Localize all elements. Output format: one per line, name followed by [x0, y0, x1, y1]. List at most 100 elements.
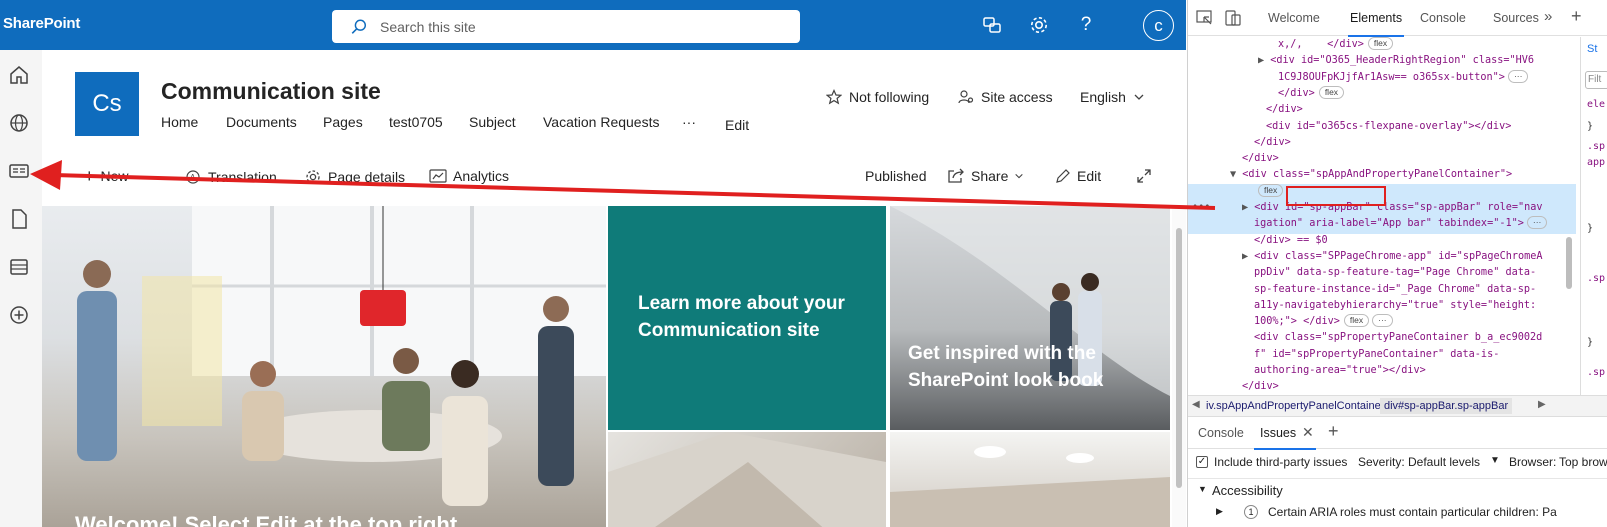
dom-tree[interactable]: x,/, </div> flex ▶ <div id="O365_HeaderRig… [1188, 37, 1576, 395]
crumb-scroll-right-icon[interactable]: ▶ [1538, 399, 1546, 410]
inspect-icon[interactable] [1196, 10, 1214, 26]
hero-tile-4[interactable] [608, 432, 886, 527]
dom-line[interactable]: </div> [1242, 379, 1279, 395]
dom-line[interactable]: ▼ <div class="spAppAndPropertyPanelConta… [1230, 167, 1512, 183]
dom-line[interactable]: ▶ <div id="O365_HeaderRightRegion" class… [1258, 53, 1534, 69]
translation-button[interactable]: A Translation [184, 168, 277, 186]
list-icon[interactable] [8, 256, 30, 278]
dom-scrollbar-thumb[interactable] [1566, 237, 1572, 289]
page-details-button[interactable]: Page details [304, 168, 405, 186]
tab-sources[interactable]: Sources [1493, 11, 1539, 25]
device-toolbar-icon[interactable] [1224, 10, 1242, 26]
file-icon[interactable] [8, 208, 30, 230]
share-button[interactable]: Share [947, 168, 1024, 184]
news-icon[interactable] [8, 160, 30, 182]
dom-line[interactable]: </div> == $0 [1254, 233, 1328, 249]
drawer-tab-issues[interactable]: Issues [1253, 426, 1317, 450]
follow-button[interactable]: Not following [826, 89, 929, 105]
issue-row[interactable]: ▶ 1 Certain ARIA roles must contain part… [1188, 502, 1607, 527]
edit-button[interactable]: Edit [1055, 168, 1101, 184]
browser-dropdown[interactable]: Top brow [1559, 455, 1607, 469]
new-tab-icon[interactable]: + [1571, 6, 1582, 27]
flex-badge[interactable]: flex [1343, 314, 1370, 328]
dom-line[interactable]: <div class="spPropertyPaneContainer b_a_… [1254, 330, 1542, 346]
styles-filter[interactable]: Filt [1585, 71, 1607, 89]
issue-caret-icon[interactable]: ▶ [1216, 506, 1223, 517]
site-title[interactable]: Communication site [161, 78, 381, 105]
dom-line[interactable]: igation" aria-label="App bar" tabindex="… [1254, 216, 1548, 232]
accessibility-group[interactable]: ▼ Accessibility [1188, 478, 1607, 502]
expand-arrow-icon[interactable]: ▶ [1242, 202, 1254, 213]
nav-edit[interactable]: Edit [725, 117, 749, 133]
more-tabs-icon[interactable]: » [1544, 8, 1552, 25]
collapsed-content-badge[interactable]: ··· [1507, 69, 1529, 83]
dom-line[interactable]: </div> [1242, 151, 1279, 167]
dom-line[interactable]: ppDiv" data-sp-feature-tag="Page Chrome"… [1254, 265, 1536, 281]
crumb-scroll-left-icon[interactable]: ◀ [1192, 399, 1200, 410]
expand-arrow-icon[interactable]: ▶ [1242, 251, 1254, 262]
add-tab-icon[interactable]: + [1328, 421, 1339, 442]
dom-line[interactable]: ▶ <div class="SPPageChrome-app" id="spPa… [1242, 249, 1543, 265]
flex-badge[interactable]: flex [1318, 85, 1345, 99]
dom-line[interactable]: flex [1254, 183, 1284, 200]
avatar[interactable]: c [1143, 10, 1174, 41]
tab-console[interactable]: Console [1420, 11, 1466, 25]
third-party-checkbox[interactable]: ✓ [1196, 456, 1208, 468]
brand-label[interactable]: SharePoint [3, 15, 80, 32]
nav-home[interactable]: Home [161, 114, 198, 130]
flex-badge[interactable]: flex [1258, 183, 1284, 197]
feedback-icon[interactable] [980, 13, 1004, 37]
nav-vacation-requests[interactable]: Vacation Requests [543, 114, 659, 130]
help-icon[interactable]: ? [1074, 13, 1098, 37]
drawer-tab-console[interactable]: Console [1198, 426, 1244, 440]
language-picker[interactable]: English [1080, 89, 1145, 105]
expand-arrow-icon[interactable]: ▶ [1258, 55, 1270, 66]
nav-more[interactable]: ··· [682, 114, 696, 130]
dom-line[interactable]: 1C9J8OUFpKJjfAr1Asw== o365sx-button"> ··· [1278, 69, 1529, 86]
hero-tile-learn[interactable]: Learn more about your Communication site [608, 206, 886, 430]
breadcrumb-container[interactable]: iv.spAppAndPropertyPanelContainer [1206, 400, 1384, 412]
styles-tab[interactable]: St [1587, 43, 1597, 55]
expand-caret-icon[interactable]: ▼ [1198, 484, 1207, 494]
dom-line[interactable]: </div> [1266, 102, 1303, 118]
dom-line[interactable]: </div> flex [1278, 85, 1345, 102]
tab-welcome[interactable]: Welcome [1268, 11, 1320, 25]
page-scrollbar[interactable] [1172, 206, 1186, 527]
dom-line[interactable]: <div id="o365cs-flexpane-overlay"></div> [1266, 119, 1511, 135]
new-button[interactable]: + New [84, 167, 129, 185]
dom-line[interactable]: </div> [1254, 135, 1291, 151]
collapsed-content-badge[interactable]: ··· [1526, 216, 1548, 230]
tab-elements[interactable]: Elements [1347, 11, 1405, 37]
create-icon[interactable] [8, 304, 30, 326]
site-access-button[interactable]: Site access [958, 89, 1053, 105]
dom-line[interactable]: x,/, </div> flex [1278, 37, 1394, 53]
nav-test0705[interactable]: test0705 [389, 114, 443, 130]
severity-caret-icon[interactable]: ▼ [1490, 455, 1500, 466]
nav-subject[interactable]: Subject [469, 114, 516, 130]
page-scroll-thumb[interactable] [1176, 228, 1182, 488]
hero-tile-5[interactable] [890, 432, 1170, 527]
dom-line[interactable]: a11y-navigatebyhierarchy="true" style="h… [1254, 298, 1536, 314]
dom-line[interactable]: 100%;"> </div> flex ··· [1254, 314, 1393, 330]
site-logo[interactable]: Cs [75, 72, 139, 136]
expand-arrow-icon[interactable]: ▼ [1230, 169, 1242, 180]
expand-button[interactable] [1136, 168, 1152, 184]
nav-documents[interactable]: Documents [226, 114, 297, 130]
hero-main-tile[interactable]: Welcome! Select Edit at the top right [42, 206, 606, 527]
severity-dropdown[interactable]: Default levels [1408, 455, 1480, 469]
home-icon[interactable] [8, 64, 30, 86]
node-actions-icon[interactable]: ••• [1192, 200, 1210, 216]
nav-pages[interactable]: Pages [323, 114, 363, 130]
close-icon[interactable]: ✕ [1302, 424, 1314, 441]
search-box[interactable]: Search this site [332, 10, 800, 43]
breadcrumb-selected[interactable]: div#sp-appBar.sp-appBar [1380, 398, 1513, 414]
settings-gear-icon[interactable] [1027, 13, 1051, 37]
hero-tile-lookbook[interactable]: Get inspired with the SharePoint look bo… [890, 206, 1170, 430]
collapsed-content-badge[interactable]: ··· [1372, 314, 1393, 328]
styles-panel[interactable]: St Filt ele} .sp app} .sp} .sp [1580, 37, 1607, 395]
analytics-button[interactable]: Analytics [429, 168, 509, 184]
dom-line[interactable]: authoring-area="true"></div> [1254, 363, 1426, 379]
globe-icon[interactable] [8, 112, 30, 134]
flex-badge[interactable]: flex [1367, 37, 1394, 50]
dom-line[interactable]: f" id="spPropertyPaneContainer" data-is- [1254, 347, 1499, 363]
